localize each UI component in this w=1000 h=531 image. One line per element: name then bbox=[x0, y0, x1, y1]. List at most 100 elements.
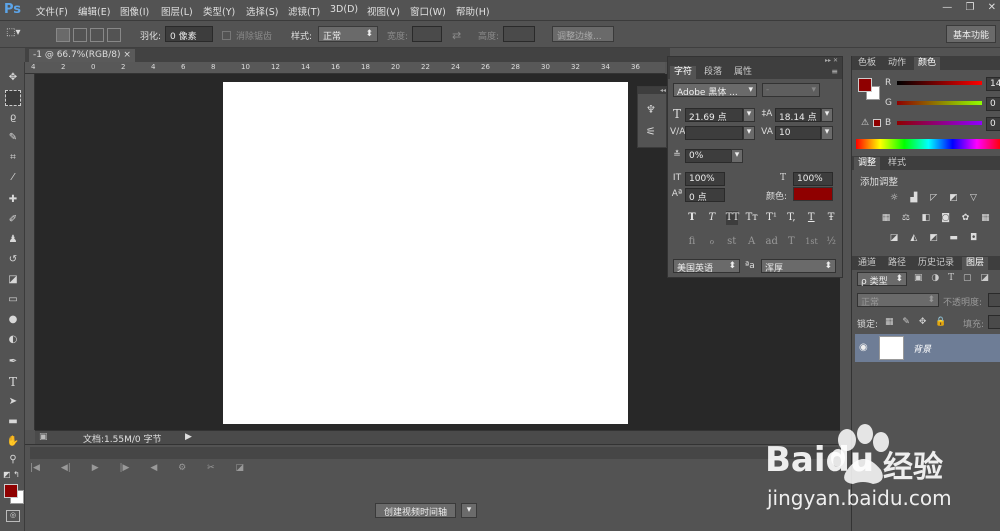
tracking-input[interactable]: 10 bbox=[775, 126, 821, 140]
antialias-select[interactable]: 浑厚 ⬍ bbox=[761, 259, 836, 274]
restore-button[interactable]: ❐ bbox=[965, 2, 974, 13]
lock-all-icon[interactable]: 🔒 bbox=[935, 317, 946, 327]
menu-help[interactable]: 帮助(H) bbox=[456, 4, 490, 18]
tab-styles[interactable]: 样式 bbox=[884, 157, 910, 170]
channel-mixer-icon[interactable]: ✿ bbox=[960, 212, 972, 224]
photo-filter-icon[interactable]: ◙ bbox=[940, 212, 952, 224]
path-selection-tool-icon[interactable]: ➤ bbox=[5, 394, 21, 410]
rectangle-tool-icon[interactable]: ▬ bbox=[5, 414, 21, 430]
menu-select[interactable]: 选择(S) bbox=[246, 4, 278, 18]
gradient-map-icon[interactable]: ▬ bbox=[948, 232, 960, 244]
quick-mask-icon[interactable]: ◎ bbox=[6, 510, 20, 522]
menu-3d[interactable]: 3D(D) bbox=[330, 4, 358, 15]
tab-swatches[interactable]: 色板 bbox=[854, 57, 880, 70]
workspace-select[interactable]: 基本功能 bbox=[945, 25, 996, 43]
intersect-selection-icon[interactable] bbox=[107, 28, 121, 42]
hue-saturation-icon[interactable]: ▦ bbox=[880, 212, 892, 224]
faux-italic-button[interactable]: T bbox=[706, 211, 718, 225]
crop-tool-icon[interactable]: ⌗ bbox=[5, 150, 21, 166]
contextual-alt-button[interactable]: ℴ bbox=[706, 235, 718, 249]
tool-presets-icon[interactable]: ⚟ bbox=[646, 125, 656, 138]
color-lookup-icon[interactable]: ▦ bbox=[979, 212, 991, 224]
minimize-button[interactable]: — bbox=[942, 2, 952, 13]
pen-tool-icon[interactable]: ✒ bbox=[5, 354, 21, 370]
green-slider[interactable] bbox=[897, 101, 982, 105]
all-caps-button[interactable]: TT bbox=[725, 211, 739, 225]
lock-position-icon[interactable]: ✥ bbox=[919, 317, 927, 327]
blue-value-input[interactable]: 0 bbox=[986, 117, 1000, 131]
timeline-options-arrow-icon[interactable]: ▾ bbox=[461, 503, 477, 518]
refine-edge-button[interactable]: 调整边缘... bbox=[552, 26, 614, 42]
language-select[interactable]: 美国英语 ⬍ bbox=[673, 259, 740, 274]
small-caps-button[interactable]: Tт bbox=[746, 211, 758, 225]
dodge-tool-icon[interactable]: ◐ bbox=[5, 332, 21, 348]
hand-tool-icon[interactable]: ✋ bbox=[5, 434, 21, 450]
type-tool-icon[interactable]: T bbox=[5, 374, 21, 390]
document-tab[interactable]: -1 @ 66.7%(RGB/8) × bbox=[29, 49, 135, 62]
gamut-swatch[interactable] bbox=[873, 119, 881, 127]
previous-frame-icon[interactable]: ◀| bbox=[61, 463, 71, 473]
brightness-icon[interactable]: ☼ bbox=[888, 192, 900, 204]
tsume-dropdown[interactable]: ▾ bbox=[731, 149, 743, 163]
status-menu-arrow-icon[interactable]: ▶ bbox=[185, 432, 192, 442]
move-tool-icon[interactable]: ✥ bbox=[5, 70, 21, 86]
create-video-timeline-button[interactable]: 创建视频时间轴 bbox=[375, 503, 457, 518]
selective-color-icon[interactable]: ◘ bbox=[968, 232, 980, 244]
tracking-dropdown[interactable]: ▾ bbox=[821, 126, 833, 140]
font-size-input[interactable]: 21.69 点 bbox=[685, 108, 743, 123]
ligature-button[interactable]: fi bbox=[686, 235, 698, 249]
tab-properties[interactable]: 属性 bbox=[730, 66, 756, 79]
discretionary-ligature-button[interactable]: st bbox=[726, 235, 738, 249]
gamut-warning-icon[interactable]: ⚠ bbox=[861, 118, 869, 128]
healing-brush-tool-icon[interactable]: ✚ bbox=[5, 192, 21, 208]
superscript-button[interactable]: T¹ bbox=[766, 211, 778, 225]
tab-color[interactable]: 颜色 bbox=[914, 57, 941, 70]
quick-selection-tool-icon[interactable]: ✎ bbox=[5, 130, 21, 146]
ordinals-button[interactable]: 1st bbox=[805, 235, 817, 249]
vertical-scale-input[interactable]: 100% bbox=[685, 172, 725, 186]
clone-stamp-tool-icon[interactable]: ♟ bbox=[5, 232, 21, 248]
invert-icon[interactable]: ◪ bbox=[888, 232, 900, 244]
font-family-select[interactable]: Adobe 黑体 ... ▾ bbox=[673, 83, 757, 98]
tab-layers[interactable]: 图层 bbox=[962, 257, 989, 270]
filter-smart-icon[interactable]: ◪ bbox=[980, 273, 989, 283]
default-colors-icon[interactable]: ◩ ↰ bbox=[3, 470, 20, 479]
red-slider[interactable] bbox=[897, 81, 982, 85]
filter-type-icon[interactable]: T bbox=[948, 273, 954, 283]
text-color-swatch[interactable] bbox=[793, 187, 833, 201]
kerning-input[interactable] bbox=[685, 126, 743, 140]
font-size-dropdown[interactable]: ▾ bbox=[743, 108, 755, 122]
split-icon[interactable]: ✂ bbox=[207, 463, 215, 473]
tab-paragraph[interactable]: 段落 bbox=[700, 66, 726, 79]
lock-image-icon[interactable]: ✎ bbox=[902, 317, 910, 327]
color-balance-icon[interactable]: ⚖ bbox=[900, 212, 912, 224]
swap-icon[interactable]: ⇄ bbox=[452, 29, 461, 42]
settings-icon[interactable]: ⚙ bbox=[178, 463, 186, 473]
brush-tool-icon[interactable]: ✐ bbox=[5, 212, 21, 228]
subtract-selection-icon[interactable] bbox=[90, 28, 104, 42]
underline-button[interactable]: T bbox=[805, 211, 817, 225]
menu-image[interactable]: 图像(I) bbox=[120, 4, 149, 18]
panel-menu-icon[interactable]: ≡ bbox=[831, 67, 838, 76]
kerning-dropdown[interactable]: ▾ bbox=[743, 126, 755, 140]
style-select[interactable]: 正常 ⬍ bbox=[318, 26, 378, 42]
posterize-icon[interactable]: ◭ bbox=[908, 232, 920, 244]
next-frame-icon[interactable]: |▶ bbox=[119, 463, 129, 473]
menu-view[interactable]: 视图(V) bbox=[367, 4, 400, 18]
blend-mode-select[interactable]: 正常 ⬍ bbox=[857, 293, 939, 308]
blur-tool-icon[interactable]: ● bbox=[5, 312, 21, 328]
color-fg-swatch[interactable] bbox=[858, 78, 872, 92]
collapse-icon[interactable]: ◂◂ bbox=[638, 87, 666, 94]
filter-pixel-icon[interactable]: ▣ bbox=[914, 273, 923, 283]
play-icon[interactable]: ▶ bbox=[92, 463, 99, 473]
foreground-color-swatch[interactable] bbox=[4, 484, 18, 498]
tab-adjustments[interactable]: 调整 bbox=[854, 157, 881, 170]
brush-presets-icon[interactable]: ♆ bbox=[646, 103, 656, 116]
menu-edit[interactable]: 编辑(E) bbox=[78, 4, 110, 18]
fractions-button[interactable]: ½ bbox=[825, 235, 837, 249]
eye-icon[interactable]: ◉ bbox=[859, 342, 868, 353]
tab-channels[interactable]: 通道 bbox=[854, 257, 880, 270]
zoom-tool-icon[interactable]: ⚲ bbox=[5, 452, 21, 468]
marquee-preset-icon[interactable]: ⬚▾ bbox=[6, 27, 30, 43]
opacity-input[interactable] bbox=[988, 293, 1000, 307]
